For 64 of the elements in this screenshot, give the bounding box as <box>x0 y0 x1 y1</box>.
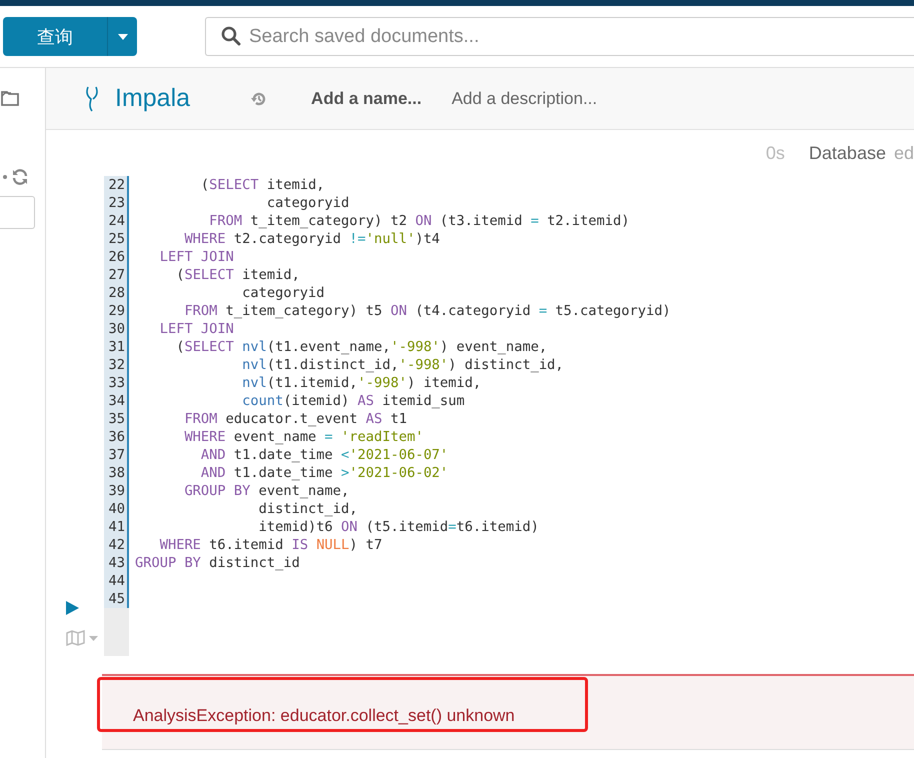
line-number: 40 <box>108 500 126 518</box>
line-number: 31 <box>108 338 126 356</box>
line-number: 33 <box>108 374 126 392</box>
query-description-field[interactable]: Add a description... <box>452 88 598 108</box>
code-line: GROUP BY distinct_id <box>135 554 300 572</box>
line-number: 43 <box>108 554 126 572</box>
code-line: WHERE t2.categoryid !='null')t4 <box>183 230 440 248</box>
search-field[interactable]: Search saved documents... <box>205 17 914 56</box>
query-button[interactable]: 查询 <box>3 24 107 48</box>
code-line: LEFT JOIN <box>158 248 234 266</box>
line-number: 27 <box>108 266 126 284</box>
line-number: 29 <box>108 302 126 320</box>
code-line: count(itemid) AS itemid_sum <box>241 392 465 410</box>
code-line: AND t1.date_time >'2021-06-02' <box>200 464 448 482</box>
line-number: 44 <box>108 572 126 590</box>
query-split-button[interactable]: 查询 <box>3 17 137 56</box>
query-name-field[interactable]: Add a name... <box>311 88 422 108</box>
database-label: Database <box>808 142 886 164</box>
code-line: (SELECT itemid, <box>200 176 325 194</box>
line-number: 22 <box>108 176 126 194</box>
line-number: 28 <box>108 284 126 302</box>
line-number: 36 <box>108 428 126 446</box>
line-number: 39 <box>108 482 126 500</box>
line-number: 42 <box>108 536 126 554</box>
code-line: AND t1.date_time <'2021-06-07' <box>200 446 448 464</box>
code-line: distinct_id, <box>258 500 358 518</box>
code-line: (SELECT itemid, <box>175 266 300 284</box>
line-number: 38 <box>108 464 126 482</box>
code-line: WHERE event_name = 'readItem' <box>183 428 424 446</box>
line-number: 32 <box>108 356 126 374</box>
code-line: WHERE t6.itemid IS NULL) t7 <box>158 536 382 554</box>
line-number: 41 <box>108 518 126 536</box>
filter-field[interactable] <box>0 196 35 229</box>
map-icon[interactable] <box>66 630 86 646</box>
play-icon[interactable] <box>65 601 79 615</box>
error-message: AnalysisException: educator.collect_set() unknown <box>133 706 515 726</box>
line-number: 23 <box>108 194 126 212</box>
code-line: categoryid <box>266 194 350 212</box>
line-number: 35 <box>108 410 126 428</box>
code-line: nvl(t1.itemid,'-998') itemid, <box>241 374 482 392</box>
code-line: itemid)t6 ON (t5.itemid=t6.itemid) <box>258 518 539 536</box>
line-number: 30 <box>108 320 126 338</box>
line-number: 25 <box>108 230 126 248</box>
line-number: 45 <box>108 590 126 608</box>
code-line: (SELECT nvl(t1.event_name,'-998') event_name, <box>175 338 548 356</box>
line-number: 24 <box>108 212 126 230</box>
line-number: 26 <box>108 248 126 266</box>
line-number: 37 <box>108 446 126 464</box>
code-line: categoryid <box>241 284 325 302</box>
code-line: GROUP BY event_name, <box>183 482 350 500</box>
caret-icon[interactable] <box>89 636 98 640</box>
dot-icon <box>3 175 7 179</box>
refresh-icon[interactable] <box>11 168 29 186</box>
code-line: nvl(t1.distinct_id,'-998') distinct_id, <box>241 356 564 374</box>
engine-title[interactable]: Impala <box>115 84 190 113</box>
code-line: FROM t_item_category) t5 ON (t4.categoryid = t5.categoryid) <box>183 302 671 320</box>
database-selector[interactable]: ed <box>894 142 914 164</box>
code-line: FROM educator.t_event AS t1 <box>183 410 407 428</box>
search-icon <box>221 26 241 46</box>
line-number: 34 <box>108 392 126 410</box>
code-line: LEFT JOIN <box>158 320 234 338</box>
impala-logo-icon <box>84 86 100 112</box>
code-line: FROM t_item_category) t2 ON (t3.itemid = t2.itemid) <box>208 212 630 230</box>
duration-label: 0s <box>766 142 785 164</box>
